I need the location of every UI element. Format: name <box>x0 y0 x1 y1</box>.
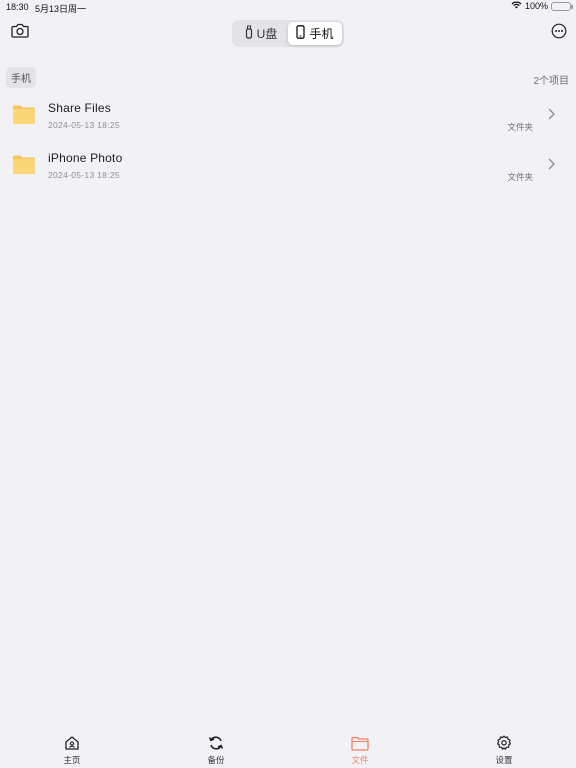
folder-icon <box>12 153 36 180</box>
section-title: 手机 <box>6 67 36 88</box>
tab-backup[interactable]: 备份 <box>186 728 246 766</box>
status-bar: 18:30 5月13日周一 100% <box>0 0 576 14</box>
file-name: Share Files <box>48 101 111 115</box>
tab-bar: 主页 备份 文件 设置 <box>0 728 576 768</box>
usb-drive-icon <box>245 25 253 42</box>
tab-home[interactable]: 主页 <box>42 728 102 766</box>
tab-home-label: 主页 <box>63 755 81 765</box>
segment-phone[interactable]: 手机 <box>288 22 342 45</box>
battery-icon <box>551 1 573 11</box>
wifi-icon <box>511 1 522 11</box>
chevron-right-icon <box>546 107 556 126</box>
camera-button[interactable] <box>10 23 30 43</box>
file-kind: 文件夹 <box>507 122 533 132</box>
camera-icon <box>11 23 29 43</box>
tab-settings-label: 设置 <box>495 755 513 765</box>
screen: 18:30 5月13日周一 100% U盘 手机 手机 2个项目 Share F… <box>0 0 576 768</box>
tab-settings[interactable]: 设置 <box>474 728 534 766</box>
file-name: iPhone Photo <box>48 151 123 165</box>
file-modified: 2024-05-13 18:25 <box>48 170 120 180</box>
folder-icon <box>351 734 369 752</box>
folder-icon <box>12 103 36 130</box>
chevron-right-icon <box>546 157 556 176</box>
file-modified: 2024-05-13 18:25 <box>48 120 120 130</box>
tab-files-label: 文件 <box>351 755 369 765</box>
status-date: 5月13日周一 <box>35 4 87 14</box>
phone-icon <box>296 25 306 42</box>
storage-switch: U盘 手机 <box>232 20 344 47</box>
file-row-iphone-photo[interactable]: iPhone Photo 2024-05-13 18:25 文件夹 <box>0 144 576 190</box>
file-kind: 文件夹 <box>507 172 533 182</box>
segment-phone-label: 手机 <box>309 27 334 41</box>
segment-usb[interactable]: U盘 <box>234 22 288 45</box>
tab-files[interactable]: 文件 <box>330 728 390 766</box>
item-count: 2个项目 <box>533 76 569 87</box>
battery-percent: 100% <box>524 1 548 11</box>
gear-icon <box>496 734 512 752</box>
more-icon <box>551 23 567 44</box>
status-time: 18:30 <box>6 2 29 12</box>
segment-usb-label: U盘 <box>256 27 278 41</box>
more-button[interactable] <box>550 23 568 44</box>
status-right: 100% <box>511 1 573 11</box>
home-icon <box>64 734 80 752</box>
tab-backup-label: 备份 <box>207 755 225 765</box>
sync-icon <box>208 734 224 752</box>
file-row-share-files[interactable]: Share Files 2024-05-13 18:25 文件夹 <box>0 94 576 140</box>
